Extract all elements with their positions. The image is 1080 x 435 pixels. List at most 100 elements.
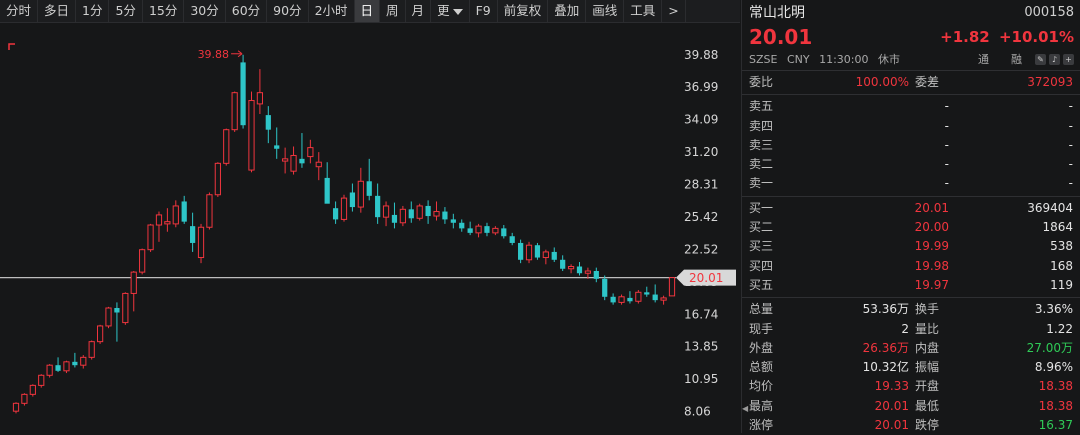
stat-value: 27.00万 xyxy=(1026,340,1073,355)
tag-rong: 融 xyxy=(1011,53,1022,66)
toolbar-item-3[interactable]: 5分 xyxy=(109,0,143,22)
toolbar-item-label: 2小时 xyxy=(314,3,348,18)
toolbar-item-16[interactable]: 画线 xyxy=(586,0,625,22)
candle-body xyxy=(509,236,515,243)
level-price: - xyxy=(944,99,949,114)
candle-body xyxy=(38,374,45,386)
divider xyxy=(742,195,1080,197)
stat-row: 总量 53.36万 换手 3.36% xyxy=(742,300,1080,319)
price-change: +1.82 +10.01% xyxy=(940,28,1074,46)
bids-row[interactable]: 买一 20.01 369404 xyxy=(742,199,1080,218)
corner-marker xyxy=(8,43,15,50)
toolbar-item-10[interactable]: 周 xyxy=(380,0,406,22)
alert-bell-icon[interactable]: ♪ xyxy=(1049,53,1060,65)
candle-body xyxy=(433,211,440,217)
change-amount: +1.82 xyxy=(940,28,990,46)
stock-name: 常山北明 xyxy=(749,5,805,21)
add-watchlist-icon[interactable]: + xyxy=(1063,53,1074,65)
bids-row[interactable]: 买二 20.00 1864 xyxy=(742,218,1080,237)
order-ratio-label: 委比 xyxy=(749,75,774,89)
edit-icon[interactable]: ✎ xyxy=(1035,53,1046,65)
stat-row: 现手 2 量比 1.22 xyxy=(742,320,1080,339)
toolbar-item-14[interactable]: 前复权 xyxy=(498,0,549,22)
candle-body xyxy=(190,226,196,243)
stat-value: 20.01 xyxy=(874,398,909,413)
candle-body xyxy=(442,211,448,220)
candle-body xyxy=(63,361,70,372)
y-tick-label: 36.99 xyxy=(684,80,718,94)
asks-row[interactable]: 卖五 - - xyxy=(742,97,1080,116)
toolbar-item-18[interactable]: > xyxy=(662,0,686,22)
stat-label: 跌停 xyxy=(915,418,940,433)
y-tick-label: 22.52 xyxy=(684,242,718,256)
toolbar-item-9[interactable]: 日 xyxy=(354,0,381,22)
asks-row[interactable]: 卖四 - - xyxy=(742,117,1080,136)
price-row: 20.01 +1.82 +10.01% xyxy=(742,24,1080,50)
stat-value: 20.01 xyxy=(874,418,909,433)
candle-body xyxy=(475,225,482,234)
toolbar-item-4[interactable]: 15分 xyxy=(143,0,185,22)
y-tick-label: 28.31 xyxy=(684,178,718,192)
toolbar-item-0[interactable]: 分时 xyxy=(0,0,39,22)
stat-value: 18.38 xyxy=(1038,379,1073,394)
order-diff-label: 委差 xyxy=(915,75,940,89)
level-price: 19.98 xyxy=(914,258,949,273)
level-volume: - xyxy=(1068,176,1073,191)
stat-value: 18.38 xyxy=(1038,398,1073,413)
toolbar-item-13[interactable]: F9 xyxy=(470,0,498,22)
level-label: 买四 xyxy=(749,258,774,273)
level-label: 买二 xyxy=(749,220,774,235)
candle-body xyxy=(375,195,381,218)
toolbar-item-label: 画线 xyxy=(592,3,618,18)
asks-row[interactable]: 卖三 - - xyxy=(742,136,1080,155)
toolbar-item-1[interactable]: 多日 xyxy=(38,0,77,22)
order-ratio-row: 委比 100.00% 委差 372093 xyxy=(742,73,1080,92)
toolbar-item-12[interactable]: 更 xyxy=(431,0,470,22)
candle-body xyxy=(214,162,221,196)
kline-chart[interactable]: 39.8836.9934.0931.2028.3125.4222.5219.63… xyxy=(0,23,740,433)
y-tick-label: 31.20 xyxy=(684,145,718,159)
toolbar-item-8[interactable]: 2小时 xyxy=(309,0,355,22)
toolbar-item-11[interactable]: 月 xyxy=(406,0,432,22)
candle-body xyxy=(114,308,120,313)
stat-row: 总额 10.32亿 振幅 8.96% xyxy=(742,358,1080,377)
divider xyxy=(742,297,1080,299)
stat-row: 外盘 26.36万 内盘 27.00万 xyxy=(742,339,1080,358)
y-tick-label: 13.85 xyxy=(684,340,718,354)
collapse-arrow-icon[interactable]: ◀ xyxy=(742,404,750,422)
toolbar-item-17[interactable]: 工具 xyxy=(624,0,663,22)
level-price: - xyxy=(944,137,949,152)
level-price: - xyxy=(944,118,949,133)
level-label: 卖五 xyxy=(749,99,774,114)
toolbar-item-6[interactable]: 60分 xyxy=(226,0,268,22)
y-tick-label: 39.88 xyxy=(684,48,718,62)
kline-svg[interactable]: 39.8836.9934.0931.2028.3125.4222.5219.63… xyxy=(0,23,740,433)
candle-body xyxy=(584,270,592,274)
toolbar-item-label: 1分 xyxy=(82,3,103,18)
toolbar-item-5[interactable]: 30分 xyxy=(184,0,226,22)
toolbar-item-label: 更 xyxy=(437,3,450,18)
candle-body xyxy=(366,181,372,196)
candle-body xyxy=(525,244,533,261)
level-price: - xyxy=(944,157,949,172)
bids-row[interactable]: 买三 19.99 538 xyxy=(742,237,1080,256)
asks-row[interactable]: 卖一 - - xyxy=(742,174,1080,193)
candle-body xyxy=(416,205,423,219)
stat-label: 内盘 xyxy=(915,340,940,355)
toolbar-item-2[interactable]: 1分 xyxy=(76,0,110,22)
candle-body xyxy=(105,307,112,327)
candle-body xyxy=(96,325,104,343)
candle-body xyxy=(164,221,171,225)
level-volume: - xyxy=(1068,99,1073,114)
stat-value: 2 xyxy=(901,321,909,336)
toolbar-item-15[interactable]: 叠加 xyxy=(548,0,587,22)
candle-body xyxy=(248,100,255,171)
candle-body xyxy=(660,297,667,301)
toolbar-item-7[interactable]: 90分 xyxy=(267,0,309,22)
asks-row[interactable]: 卖二 - - xyxy=(742,155,1080,174)
candle-body xyxy=(467,228,473,233)
level-volume: 369404 xyxy=(1027,200,1073,215)
bids-row[interactable]: 买五 19.97 119 xyxy=(742,276,1080,295)
bids-row[interactable]: 买四 19.98 168 xyxy=(742,257,1080,276)
stat-label: 最高 xyxy=(749,398,774,413)
